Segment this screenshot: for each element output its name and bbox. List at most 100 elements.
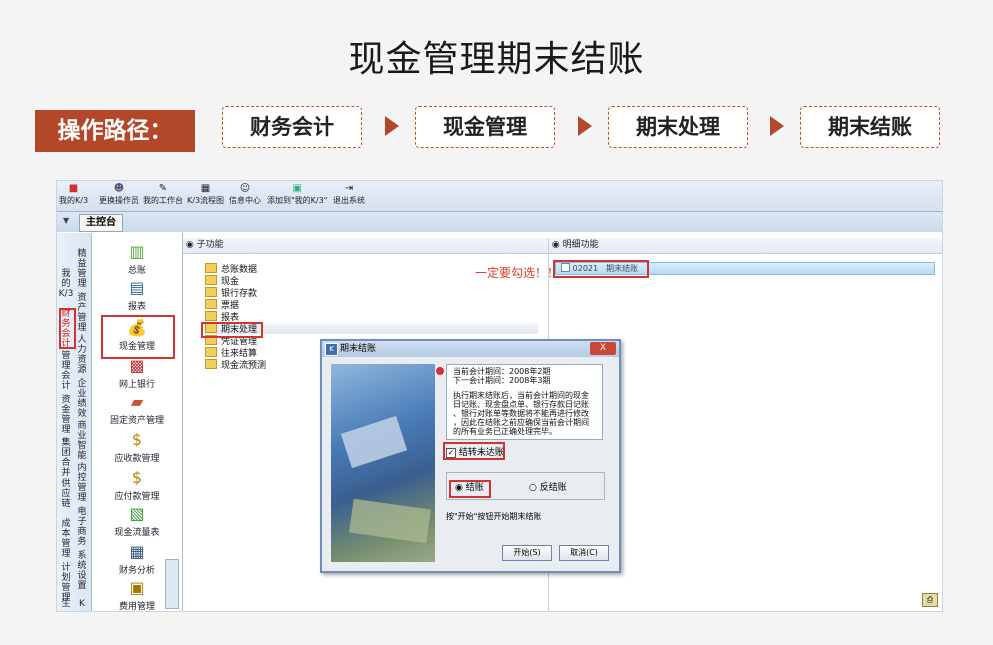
- folder-reports[interactable]: 报表: [205, 311, 239, 323]
- banknote-illustration: [349, 498, 431, 544]
- vtab-ecommerce[interactable]: 电子商务: [74, 507, 90, 547]
- vtab-plan-management[interactable]: 计划管理: [58, 563, 74, 603]
- highlight-finance-tab: [59, 308, 76, 349]
- folder-icon: [205, 347, 217, 357]
- nav-item-receivables[interactable]: $ 应收款管理: [92, 430, 182, 465]
- info-icon: ☺: [239, 183, 251, 194]
- folder-cash[interactable]: 现金: [205, 275, 239, 287]
- toolbar-switch-user[interactable]: ☻ 更换操作员: [99, 183, 139, 206]
- path-arrow-icon: [770, 116, 784, 136]
- card-illustration: [340, 415, 408, 469]
- path-step-1: 财务会计: [222, 106, 362, 148]
- nav-item-reports[interactable]: ▤ 报表: [92, 278, 182, 313]
- vtab-asset[interactable]: 资产管理: [74, 293, 90, 333]
- vtab-hr[interactable]: 人力资源: [74, 335, 90, 375]
- nav-item-payables[interactable]: $ 应付款管理: [92, 468, 182, 503]
- cancel-button[interactable]: 取消(C): [559, 545, 609, 561]
- nav-item-fixed-assets[interactable]: ▰ 固定资产管理: [92, 392, 182, 427]
- toolbar-my-k3[interactable]: ■ 我的K/3: [59, 183, 88, 206]
- exit-icon: ⇥: [344, 183, 354, 194]
- vtab-k[interactable]: K: [74, 599, 90, 609]
- folder-settlement[interactable]: 往来结算: [205, 347, 257, 359]
- folder-icon: [205, 311, 217, 321]
- books-icon: ▥: [129, 242, 145, 261]
- tab-main-console[interactable]: 主控台: [79, 214, 123, 232]
- folder-bank-deposit[interactable]: 银行存款: [205, 287, 257, 299]
- nav-scrollbar[interactable]: [165, 559, 179, 609]
- money-bag-icon: $: [131, 430, 143, 449]
- module-nav: ▥ 总账 ▤ 报表 💰 现金管理 ▩ 网上银行 ▰ 固定资产管理 $ 应收款管理 $ 应付款管…: [92, 233, 183, 611]
- path-step-2: 现金管理: [415, 106, 555, 148]
- vtab-performance[interactable]: 企业绩效: [74, 379, 90, 419]
- highlight-cash-management: [101, 315, 175, 359]
- vertical-module-tabs: 我的K/3 财务会计 管理会计 资金管理 集团合并 供应链 成本管理 计划管理 …: [57, 233, 92, 611]
- chevron-down-icon[interactable]: ▼: [63, 216, 69, 225]
- main-toolbar: ■ 我的K/3 ☻ 更换操作员 ✎ 我的工作台 ▦ K/3流程图 ☺ 信息中心 ▣ 添加到"…: [57, 181, 942, 211]
- bank-icon: ▩: [129, 356, 145, 375]
- highlight-close-radio: [449, 480, 491, 498]
- vtab-internal-control[interactable]: 内控管理: [74, 463, 90, 503]
- vtab-lean[interactable]: 精益管理: [74, 249, 90, 289]
- flowchart-icon: ▦: [200, 183, 211, 194]
- vtab-management-accounting[interactable]: 管理会计: [58, 351, 74, 391]
- vtab-group-consolidation[interactable]: 集团合并: [58, 438, 74, 478]
- tab-bar: ▼ 主控台: [57, 211, 942, 232]
- workbench-icon: ✎: [158, 183, 168, 194]
- folder-icon: [205, 299, 217, 309]
- home-icon: ■: [68, 183, 79, 194]
- dialog-banner-image: [331, 364, 435, 562]
- toolbar-flowchart[interactable]: ▦ K/3流程图: [187, 183, 224, 206]
- app-logo-icon: K: [325, 343, 338, 356]
- folder-icon: [205, 359, 217, 369]
- highlight-period-close-item: [553, 260, 649, 278]
- truck-icon: ▰: [130, 392, 144, 411]
- radio-reverse-close[interactable]: ○ 反结账: [529, 480, 567, 493]
- nav-item-online-banking[interactable]: ▩ 网上银行: [92, 356, 182, 391]
- folder-icon: [205, 287, 217, 297]
- folder-icon: [205, 263, 217, 273]
- add-icon: ▣: [292, 183, 302, 194]
- dialog-title-bar: K 期末结账 X: [322, 341, 619, 357]
- close-button[interactable]: X: [590, 342, 616, 355]
- path-step-3: 期末处理: [608, 106, 748, 148]
- highlight-checkbox: [443, 442, 505, 460]
- chart-icon: ▧: [129, 504, 145, 523]
- detail-function-header: ◉ 明细功能: [549, 238, 942, 254]
- vtab-production[interactable]: 生: [58, 599, 74, 609]
- toolbar-info-center[interactable]: ☺ 信息中心: [229, 183, 261, 206]
- vtab-cost-management[interactable]: 成本管理: [58, 519, 74, 559]
- period-info-box: 当前会计期间：2008年2期 下一会计期间：2008年3期 执行期末结账后，当前…: [446, 364, 603, 440]
- period-close-dialog: K 期末结账 X 当前会计期间：2008年2期 下一会计期间：2008年3期 执…: [320, 339, 621, 573]
- payment-icon: $: [131, 468, 143, 487]
- report-icon: ▤: [129, 278, 145, 297]
- folder-bills[interactable]: 票据: [205, 299, 239, 311]
- path-arrow-icon: [578, 116, 592, 136]
- analysis-icon: ▦: [129, 542, 145, 561]
- vtab-bi[interactable]: 商业智能: [74, 421, 90, 461]
- radio-empty-icon: ○: [529, 483, 537, 493]
- nav-item-general-ledger[interactable]: ▥ 总账: [92, 242, 182, 277]
- folder-icon: [205, 275, 217, 285]
- toolbar-add-to-my-k3[interactable]: ▣ 添加到"我的K/3": [267, 183, 327, 206]
- sub-function-header: ◉ 子功能: [183, 238, 548, 254]
- nav-item-cash-flow[interactable]: ▧ 现金流量表: [92, 504, 182, 539]
- expense-icon: ▣: [129, 578, 145, 597]
- path-label: 操作路径：: [35, 110, 195, 152]
- slide-title: 现金管理期末结账: [348, 39, 645, 80]
- vtab-my-k3[interactable]: 我的K/3: [58, 269, 74, 299]
- annotation-must-check: 一定要勾选！！: [475, 266, 560, 280]
- bell-icon: [436, 367, 444, 375]
- vtab-supply-chain[interactable]: 供应链: [58, 479, 74, 509]
- printer-icon[interactable]: ⎙: [922, 593, 938, 607]
- toolbar-exit[interactable]: ⇥ 退出系统: [333, 183, 365, 206]
- path-arrow-icon: [385, 116, 399, 136]
- start-hint: 按"开始"按钮开始期末结账: [446, 512, 542, 521]
- folder-cashflow-forecast[interactable]: 现金流预测: [205, 359, 266, 371]
- folder-ledger-data[interactable]: 总账数据: [205, 263, 257, 275]
- vtab-fund-management[interactable]: 资金管理: [58, 395, 74, 435]
- path-step-4: 期末结账: [800, 106, 940, 148]
- toolbar-workbench[interactable]: ✎ 我的工作台: [143, 183, 183, 206]
- user-icon: ☻: [113, 183, 125, 194]
- vtab-system-settings[interactable]: 系统设置: [74, 551, 90, 591]
- start-button[interactable]: 开始(S): [502, 545, 552, 561]
